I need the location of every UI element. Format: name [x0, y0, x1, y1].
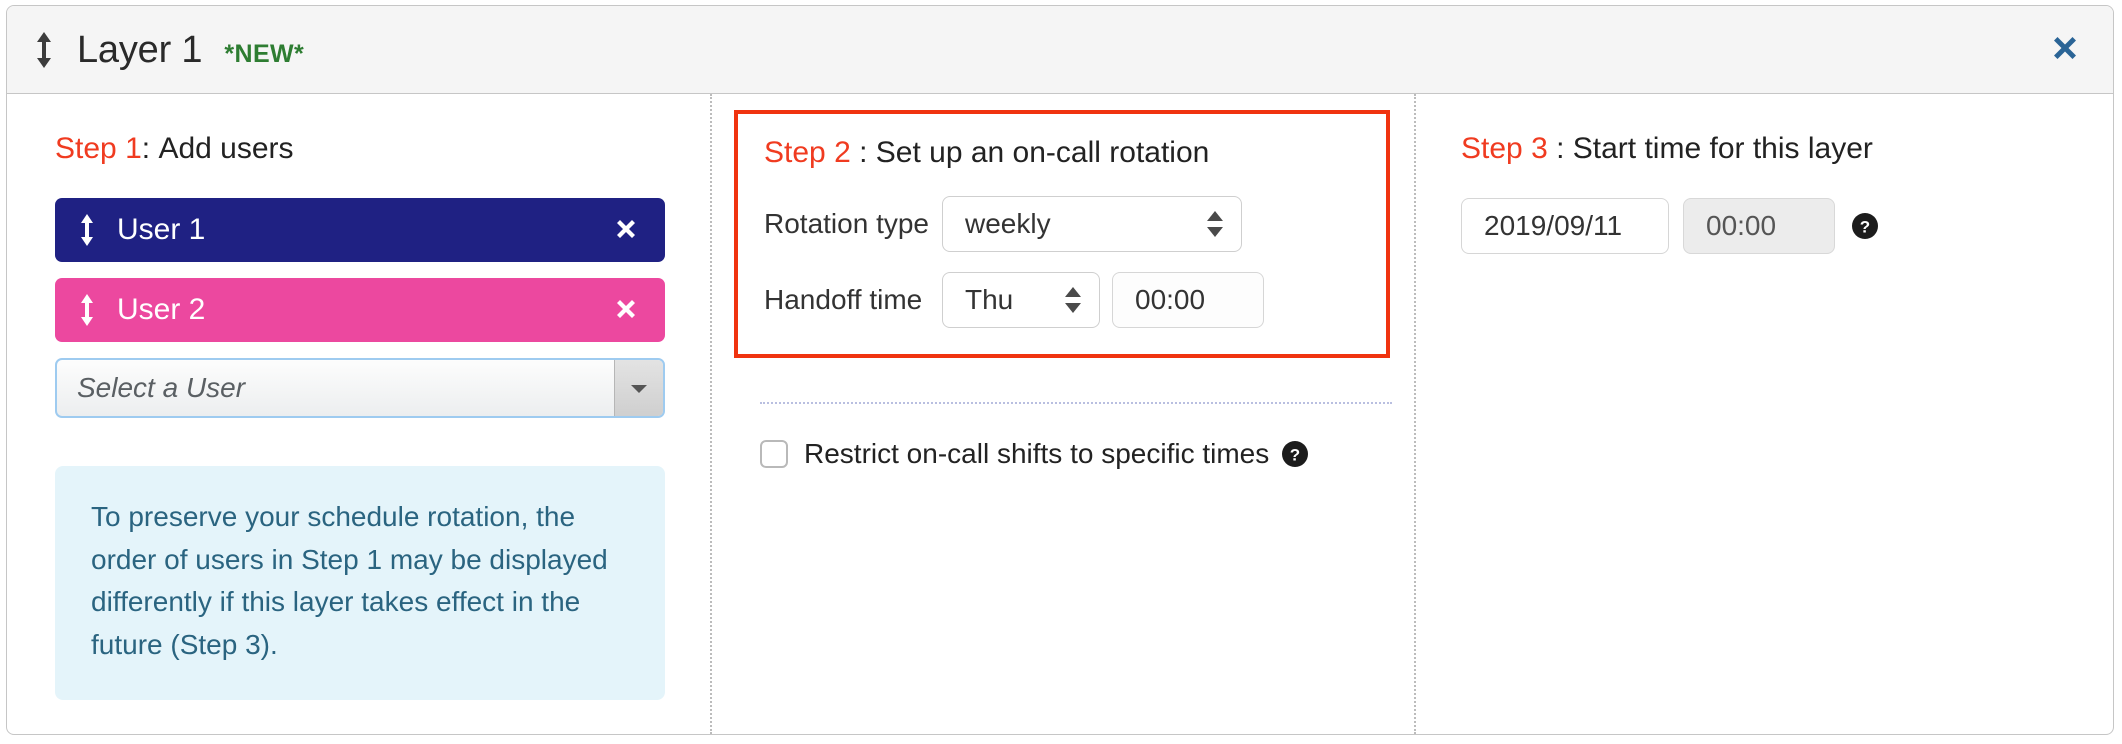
user-chip-1[interactable]: User 1 — [55, 198, 665, 262]
step1-title: Add users — [158, 132, 294, 165]
remove-user-button[interactable] — [609, 213, 643, 247]
updown-arrow-icon[interactable] — [77, 293, 97, 327]
close-icon — [2047, 30, 2083, 69]
user-chip-2[interactable]: User 2 — [55, 278, 665, 342]
section-divider — [760, 402, 1392, 404]
handoff-time-value: 00:00 — [1135, 284, 1206, 315]
select-user-dropdown[interactable]: Select a User — [55, 358, 665, 418]
dialog-header: Layer 1 *NEW* — [7, 6, 2113, 94]
handoff-time-row: Handoff time Thu 00:00 — [764, 272, 1386, 328]
user-chip-label: User 2 — [117, 293, 206, 326]
handoff-day-select[interactable]: Thu — [942, 272, 1100, 328]
start-time-value: 00:00 — [1706, 210, 1777, 241]
start-time-row: 2019/09/11 00:00 ? — [1461, 198, 2113, 254]
updown-arrow-icon[interactable] — [33, 30, 55, 70]
select-user-placeholder: Select a User — [77, 372, 246, 403]
rotation-type-select[interactable]: weekly — [942, 196, 1242, 252]
restrict-shifts-label: Restrict on-call shifts to specific time… — [804, 438, 1270, 469]
new-badge: *NEW* — [224, 39, 305, 68]
step2-title: Set up an on-call rotation — [875, 136, 1210, 169]
step1-number: 1 — [125, 132, 142, 165]
start-date-input[interactable]: 2019/09/11 — [1461, 198, 1669, 254]
help-circle-icon[interactable]: ? — [1851, 212, 1879, 240]
step1-separator: : — [141, 132, 151, 165]
svg-text:?: ? — [1290, 446, 1300, 465]
updown-stepper-icon[interactable] — [1205, 209, 1225, 239]
rotation-type-value: weekly — [965, 208, 1051, 239]
dialog-body: Step 1: Add users User 1 User 2 Select a… — [7, 94, 2113, 734]
step1-label: Step — [55, 132, 117, 165]
step2-column: Step 2 : Set up an on-call rotation Rota… — [710, 94, 1416, 734]
restrict-shifts-row: Restrict on-call shifts to specific time… — [760, 440, 1414, 468]
step3-title: Start time for this layer — [1572, 132, 1873, 165]
schedule-rotation-note-text: To preserve your schedule rotation, the … — [91, 501, 608, 660]
handoff-time-label: Handoff time — [764, 284, 923, 315]
rotation-type-row: Rotation type weekly — [764, 196, 1386, 252]
step2-highlight-box: Step 2 : Set up an on-call rotation Rota… — [734, 110, 1390, 358]
close-dialog-button[interactable] — [2041, 26, 2089, 74]
close-icon — [612, 215, 640, 246]
step2-heading: Step 2 : Set up an on-call rotation — [764, 138, 1386, 168]
step1-heading: Step 1: Add users — [55, 134, 710, 164]
user-chip-label: User 1 — [117, 213, 206, 246]
restrict-shifts-checkbox[interactable] — [760, 440, 788, 468]
step1-column: Step 1: Add users User 1 User 2 Select a… — [7, 94, 710, 734]
header-left-group: Layer 1 *NEW* — [33, 6, 304, 94]
step2-number: 2 — [834, 136, 851, 169]
step3-number: 3 — [1531, 132, 1548, 165]
layer-editor-dialog: Layer 1 *NEW* Step 1: Add users User 1 U… — [6, 5, 2114, 735]
handoff-day-value: Thu — [965, 284, 1014, 315]
step3-label: Step — [1461, 132, 1523, 165]
remove-user-button[interactable] — [609, 293, 643, 327]
page-title: Layer 1 — [77, 29, 203, 71]
close-icon — [612, 295, 640, 326]
start-time-input[interactable]: 00:00 — [1683, 198, 1835, 254]
schedule-rotation-note: To preserve your schedule rotation, the … — [55, 466, 665, 701]
updown-arrow-icon[interactable] — [77, 213, 97, 247]
step3-column: Step 3 : Start time for this layer 2019/… — [1416, 94, 2113, 734]
rotation-type-label: Rotation type — [764, 208, 929, 239]
svg-text:?: ? — [1860, 218, 1870, 237]
start-date-value: 2019/09/11 — [1484, 210, 1623, 241]
step2-label: Step — [764, 136, 826, 169]
updown-stepper-icon[interactable] — [1063, 285, 1083, 315]
handoff-time-input[interactable]: 00:00 — [1112, 272, 1264, 328]
help-circle-icon[interactable]: ? — [1281, 440, 1309, 468]
step3-heading: Step 3 : Start time for this layer — [1461, 134, 2113, 164]
caret-down-icon[interactable] — [614, 360, 663, 416]
